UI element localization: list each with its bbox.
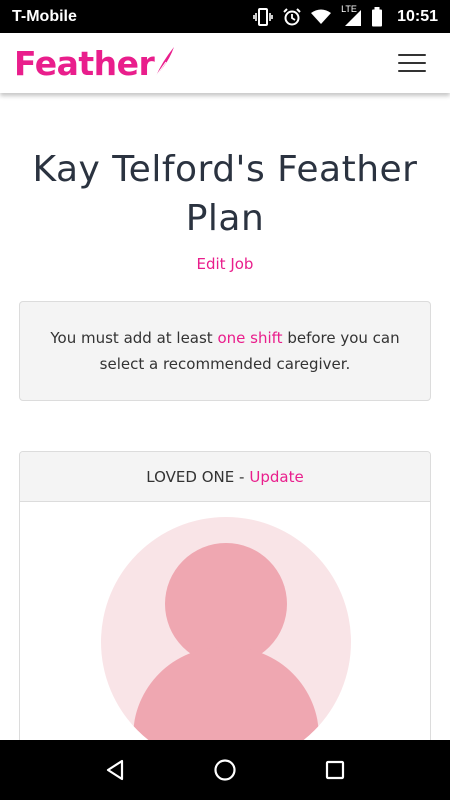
home-circle-icon — [214, 759, 236, 781]
battery-icon — [371, 6, 383, 27]
back-triangle-icon — [106, 759, 124, 781]
recents-square-icon — [325, 760, 345, 780]
loved-one-card-header: LOVED ONE - Update — [20, 452, 430, 502]
one-shift-link[interactable]: one shift — [217, 329, 282, 347]
loved-one-card-body — [20, 502, 430, 740]
main-content: Kay Telford's Feather Plan Edit Job You … — [0, 93, 450, 740]
edit-job-link[interactable]: Edit Job — [0, 255, 450, 273]
lte-signal-icon: LTE — [341, 4, 362, 26]
alarm-icon — [283, 7, 301, 26]
update-link[interactable]: Update — [249, 468, 303, 486]
avatar-placeholder-icon — [101, 517, 351, 740]
loved-one-card: LOVED ONE - Update — [19, 451, 431, 740]
page-title: Kay Telford's Feather Plan — [32, 149, 418, 239]
home-button[interactable] — [205, 750, 245, 790]
feather-logo[interactable]: Feather — [14, 44, 176, 83]
carrier-name: T-Mobile — [12, 7, 77, 25]
hamburger-menu-icon[interactable] — [396, 51, 428, 75]
network-type: LTE — [341, 3, 357, 14]
shift-notice: You must add at least one shift before y… — [19, 301, 431, 401]
logo-text: Feather — [14, 43, 155, 83]
feather-quill-icon — [154, 44, 176, 82]
loved-one-label: LOVED ONE - — [146, 467, 245, 486]
wifi-icon — [311, 9, 332, 25]
clock: 10:51 — [397, 7, 438, 25]
status-icons: LTE 10:51 — [253, 4, 438, 27]
notice-text: You must add at least one shift before y… — [40, 325, 410, 377]
app-header: Feather — [0, 33, 450, 93]
system-nav-bar — [0, 740, 450, 800]
recents-button[interactable] — [315, 750, 355, 790]
vibrate-icon — [253, 7, 273, 26]
notice-text-before: You must add at least — [50, 329, 218, 347]
status-bar: T-Mobile LTE 10:51 — [0, 0, 450, 33]
back-button[interactable] — [95, 750, 135, 790]
avatar-body — [133, 647, 319, 740]
